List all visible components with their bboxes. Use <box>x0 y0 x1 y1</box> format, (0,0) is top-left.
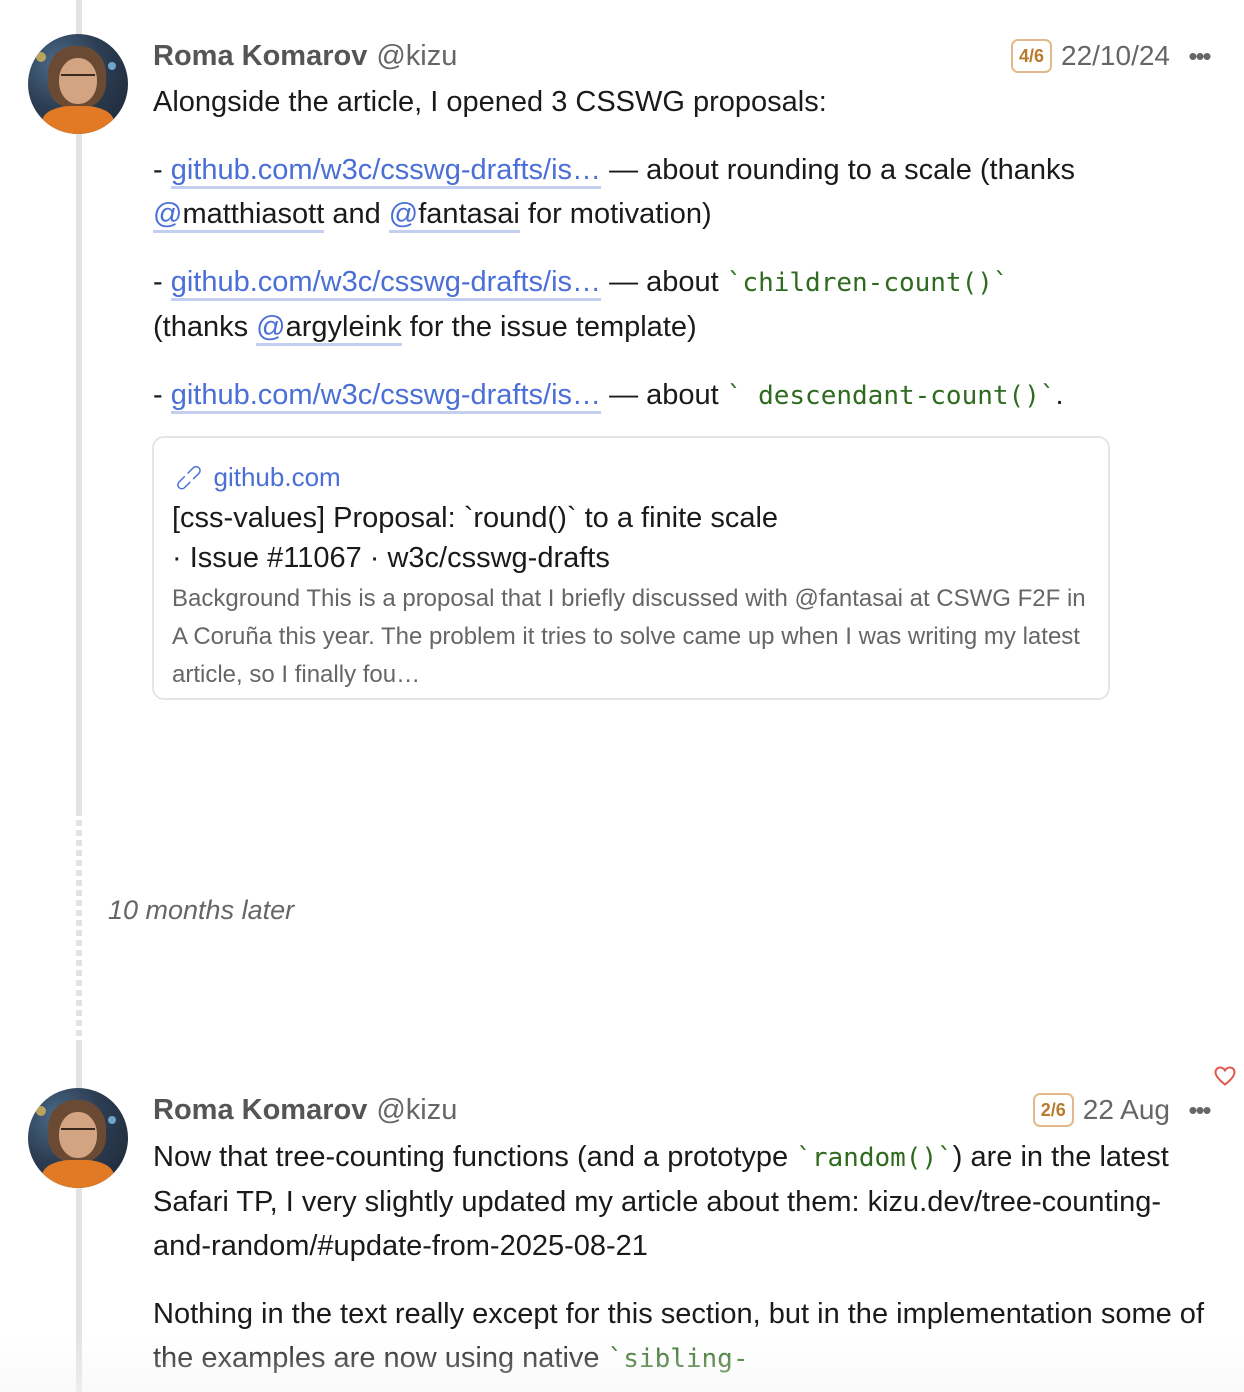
thread-position-badge: 2/6 <box>1032 1093 1074 1127</box>
time-gap-label: 10 months later <box>108 895 295 925</box>
post-content: Now that tree-counting functions (and a … <box>153 1135 1213 1392</box>
mention-link[interactable]: @fantasai <box>388 198 520 233</box>
card-domain-text: github.com <box>213 461 341 492</box>
mention-link[interactable]: @argyleink <box>256 311 402 346</box>
inline-code: `sibling- <box>607 1344 749 1374</box>
more-horizontal-icon[interactable]: ••• <box>1184 41 1214 72</box>
item-text: and <box>324 198 389 230</box>
inline-code: `children-count()` <box>726 268 1009 298</box>
post-header: Roma Komarov @kizu 4/6 22/10/24 ••• <box>153 36 1214 76</box>
link-icon: ⊂⊃ <box>169 457 209 497</box>
inline-code: ` descendant-count()` <box>726 381 1056 411</box>
item-prefix: - <box>153 379 171 411</box>
mention-name: fantasai <box>418 198 520 230</box>
item-text: (thanks <box>153 311 257 343</box>
thread-line-gap <box>76 810 82 1040</box>
card-title: [css-values] Proposal: `round()` to a fi… <box>172 502 779 574</box>
post-paragraph: Now that tree-counting functions (and a … <box>153 1135 1213 1268</box>
author-name[interactable]: Roma Komarov <box>153 40 367 73</box>
proposal-item: - github.com/w3c/csswg-drafts/is… — abou… <box>153 373 1213 418</box>
item-text: — about <box>601 266 727 298</box>
author-name[interactable]: Roma Komarov <box>153 1094 367 1127</box>
proposal-link[interactable]: github.com/w3c/csswg-drafts/is… <box>170 379 602 414</box>
thread-view: Roma Komarov @kizu 4/6 22/10/24 ••• Alon… <box>0 0 1244 1392</box>
post-intro: Alongside the article, I opened 3 CSSWG … <box>153 86 827 118</box>
post-header: Roma Komarov @kizu 2/6 22 Aug ••• <box>153 1090 1214 1130</box>
mention-name: matthiasott <box>182 198 325 230</box>
item-text: for the issue template) <box>401 311 697 343</box>
proposal-link[interactable]: github.com/w3c/csswg-drafts/is… <box>170 266 602 301</box>
item-prefix: - <box>153 154 171 186</box>
paragraph-text: Now that tree-counting functions (and a … <box>153 1141 797 1173</box>
item-text: . <box>1055 379 1064 411</box>
proposal-item: - github.com/w3c/csswg-drafts/is… — abou… <box>153 148 1213 236</box>
post-content: Alongside the article, I opened 3 CSSWG … <box>153 80 1213 442</box>
heart-icon[interactable] <box>1213 1064 1237 1088</box>
card-domain: ⊂⊃ github.com <box>169 458 1090 497</box>
proposal-link[interactable]: github.com/w3c/csswg-drafts/is… <box>170 154 602 189</box>
mention-link[interactable]: @matthiasott <box>153 198 325 233</box>
card-description: Background This is a proposal that I bri… <box>172 585 1086 688</box>
post-paragraph: Nothing in the text really except for th… <box>153 1292 1213 1381</box>
item-text: for motivation) <box>519 198 712 230</box>
proposal-item: - github.com/w3c/csswg-drafts/is… — abou… <box>153 260 1213 349</box>
more-horizontal-icon[interactable]: ••• <box>1184 1095 1214 1126</box>
author-handle[interactable]: @kizu <box>376 1094 457 1127</box>
item-text: — about <box>601 379 727 411</box>
item-prefix: - <box>153 266 171 298</box>
mention-name: argyleink <box>285 311 402 343</box>
post-date[interactable]: 22/10/24 <box>1061 40 1170 72</box>
thread-position-badge: 4/6 <box>1010 39 1052 73</box>
item-text: — about rounding to a scale (thanks <box>601 154 1075 186</box>
avatar[interactable] <box>28 1088 128 1188</box>
avatar[interactable] <box>28 34 128 134</box>
post-date[interactable]: 22 Aug <box>1083 1094 1170 1126</box>
link-preview-card[interactable]: ⊂⊃ github.com [css-values] Proposal: `ro… <box>152 436 1110 700</box>
inline-code: `random()` <box>796 1143 953 1173</box>
author-handle[interactable]: @kizu <box>376 40 457 73</box>
